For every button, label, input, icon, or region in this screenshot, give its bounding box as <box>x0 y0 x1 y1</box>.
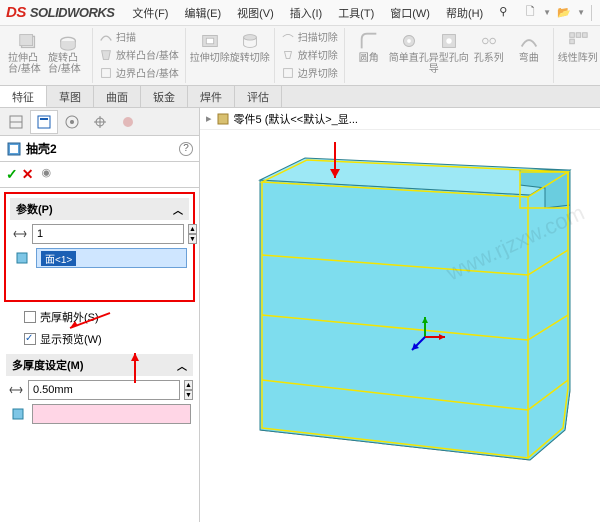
viewport-canvas[interactable]: www.rjzxw.com <box>200 130 600 522</box>
help-icon[interactable]: ? <box>179 142 193 156</box>
new-doc-icon[interactable]: 🗋 <box>521 4 539 22</box>
menu-window[interactable]: 窗口(W) <box>384 3 436 23</box>
panel-tab-bar <box>0 108 199 136</box>
boundary-button[interactable]: 边界凸台/基体 <box>97 64 181 81</box>
ok-cancel-bar: ✓ ✕ ◉ <box>0 162 199 188</box>
multi-thickness-header[interactable]: 多厚度设定(M) ︿ <box>6 354 193 376</box>
breadcrumb-toggle-icon[interactable]: ▸ <box>206 112 212 125</box>
tab-weldment[interactable]: 焊件 <box>188 86 235 107</box>
face-selection-box[interactable]: 面<1> <box>36 248 187 268</box>
face-selection-row: 面<1> <box>12 248 187 268</box>
tab-surface[interactable]: 曲面 <box>94 86 141 107</box>
app-logo: DS SOLIDWORKS <box>6 4 114 21</box>
loft-button[interactable]: 放样凸台/基体 <box>97 46 181 63</box>
extrude-cut-button[interactable]: 拉伸切除 <box>190 28 230 64</box>
multi-thickness-group: 多厚度设定(M) ︿ ▲ ▼ <box>6 354 193 428</box>
menu-help[interactable]: 帮助(H) <box>440 3 489 23</box>
menu-insert[interactable]: 插入(I) <box>284 3 328 23</box>
part-name[interactable]: 零件5 (默认<<默认>_显... <box>234 111 358 127</box>
fillet-button[interactable]: 圆角 <box>349 28 389 75</box>
thickness-icon <box>12 226 28 242</box>
face-select-icon <box>12 250 32 266</box>
open-icon[interactable]: 📂 <box>555 4 573 22</box>
hole-simple-button[interactable]: 简单直孔 <box>389 28 429 75</box>
bend-button[interactable]: 弯曲 <box>509 28 549 75</box>
parameters-highlight-box: 参数(P) ︿ ▲ ▼ 面<1> <box>4 192 195 302</box>
menu-tools[interactable]: 工具(T) <box>332 3 380 23</box>
main-area: 抽壳2 ? ✓ ✕ ◉ 参数(P) ︿ ▲ ▼ <box>0 108 600 522</box>
revolve-boss-label: 旋转凸台/基体 <box>48 53 88 75</box>
show-preview-label: 显示预览(W) <box>40 331 102 347</box>
tab-evaluate[interactable]: 评估 <box>235 86 282 107</box>
displaymanager-tab-icon[interactable] <box>114 110 142 134</box>
swept-cut-button[interactable]: 扫描切除 <box>279 28 340 45</box>
multi-face-selection[interactable] <box>32 404 191 424</box>
featuretree-tab-icon[interactable] <box>2 110 30 134</box>
multi-face-icon <box>8 406 28 422</box>
multi-thickness-icon <box>8 382 24 398</box>
ribbon-toolbar: 拉伸凸台/基体 旋转凸台/基体 扫描 放样凸台/基体 边界凸台/基体 拉伸切除 … <box>0 26 600 86</box>
propertymanager-tab-icon[interactable] <box>30 110 58 134</box>
thickness-row: ▲ ▼ <box>12 224 187 244</box>
spin-down-icon[interactable]: ▼ <box>188 234 197 244</box>
loft-cut-button[interactable]: 放样切除 <box>279 46 340 63</box>
feature-header: 抽壳2 ? <box>0 136 199 162</box>
tab-sketch[interactable]: 草图 <box>47 86 94 107</box>
revolve-cut-button[interactable]: 旋转切除 <box>230 28 270 64</box>
shell-outward-label: 壳厚朝外(S) <box>40 309 99 325</box>
menu-view[interactable]: 视图(V) <box>231 3 280 23</box>
dimxpert-tab-icon[interactable] <box>86 110 114 134</box>
quick-access: 🗋▼ 📂▼ <box>521 4 594 22</box>
multi-thickness-input[interactable] <box>28 380 180 400</box>
menu-file[interactable]: 文件(F) <box>126 3 174 23</box>
linear-pattern-button[interactable]: 线性阵列 <box>558 28 598 64</box>
ok-button[interactable]: ✓ <box>6 166 18 183</box>
show-preview-row[interactable]: 显示预览(W) <box>24 331 197 347</box>
extrude-boss-label: 拉伸凸台/基体 <box>8 53 48 75</box>
shell-outward-checkbox[interactable] <box>24 311 36 323</box>
show-preview-checkbox[interactable] <box>24 333 36 345</box>
ds-logo-icon: DS <box>6 4 26 21</box>
menu-edit[interactable]: 编辑(E) <box>178 3 227 23</box>
tab-sheetmetal[interactable]: 钣金 <box>141 86 188 107</box>
boundary-cut-button[interactable]: 边界切除 <box>279 64 340 81</box>
selected-face-item[interactable]: 面<1> <box>41 251 76 266</box>
shell-icon <box>6 141 22 157</box>
part-icon <box>216 112 230 126</box>
spin-up-icon[interactable]: ▲ <box>188 224 197 234</box>
multi-spinner[interactable]: ▲ ▼ <box>184 380 193 400</box>
feature-title: 抽壳2 <box>26 140 57 157</box>
viewport-breadcrumb: ▸ 零件5 (默认<<默认>_显... <box>200 108 600 130</box>
title-bar: DS SOLIDWORKS 文件(F) 编辑(E) 视图(V) 插入(I) 工具… <box>0 0 600 26</box>
orientation-triad-icon[interactable] <box>400 312 450 362</box>
detailed-preview-icon[interactable]: ◉ <box>41 166 51 183</box>
viewport: ▸ 零件5 (默认<<默认>_显... <box>200 108 600 522</box>
extrude-boss-button[interactable]: 拉伸凸台/基体 <box>8 28 48 75</box>
parameters-header[interactable]: 参数(P) ︿ <box>10 198 189 220</box>
thickness-spinner[interactable]: ▲ ▼ <box>188 224 197 244</box>
cancel-button[interactable]: ✕ <box>22 166 34 183</box>
hole-series-button[interactable]: 孔系列 <box>469 28 509 75</box>
menu-search-icon[interactable]: ⚲ <box>493 3 513 23</box>
hole-wizard-button[interactable]: 异型孔向导 <box>429 28 469 75</box>
spin-up-icon-2[interactable]: ▲ <box>184 380 193 390</box>
collapse-icon-2[interactable]: ︿ <box>177 358 187 373</box>
collapse-icon[interactable]: ︿ <box>173 202 183 217</box>
swept-button[interactable]: 扫描 <box>97 28 181 45</box>
revolve-boss-button[interactable]: 旋转凸台/基体 <box>48 28 88 75</box>
shell-outward-row[interactable]: 壳厚朝外(S) <box>24 309 197 325</box>
main-menu: 文件(F) 编辑(E) 视图(V) 插入(I) 工具(T) 窗口(W) 帮助(H… <box>126 3 513 23</box>
app-name: SOLIDWORKS <box>30 5 115 20</box>
spin-down-icon-2[interactable]: ▼ <box>184 390 193 400</box>
configmanager-tab-icon[interactable] <box>58 110 86 134</box>
command-tabs: 特征 草图 曲面 钣金 焊件 评估 <box>0 86 600 108</box>
multi-thickness-row: ▲ ▼ <box>8 380 191 400</box>
property-manager: 抽壳2 ? ✓ ✕ ◉ 参数(P) ︿ ▲ ▼ <box>0 108 200 522</box>
thickness-input[interactable] <box>32 224 184 244</box>
multi-face-row <box>8 404 191 424</box>
tab-feature[interactable]: 特征 <box>0 86 47 107</box>
